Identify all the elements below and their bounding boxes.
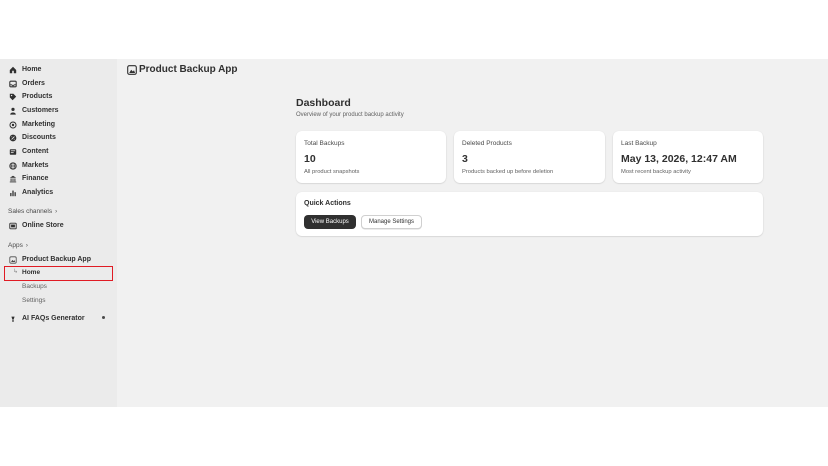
- app-sub-item-settings[interactable]: Settings: [22, 297, 46, 304]
- page-title: Dashboard: [296, 97, 351, 109]
- manage-settings-button[interactable]: Manage Settings: [361, 215, 422, 229]
- admin-frame: Home Orders Products Customers Marketing: [0, 59, 828, 407]
- stat-value: 3: [462, 153, 468, 165]
- chart-icon: [8, 188, 18, 198]
- app-header: Product Backup App: [127, 64, 238, 75]
- sidebar-item-products[interactable]: Products: [8, 90, 52, 103]
- sidebar-item-label: Home: [22, 66, 42, 73]
- sidebar: Home Orders Products Customers Marketing: [0, 59, 117, 407]
- app-title: Product Backup App: [139, 64, 238, 75]
- sidebar-item-ai-faqs-generator[interactable]: AI FAQs Generator: [8, 312, 85, 325]
- sales-channels-header[interactable]: Sales channels ›: [8, 208, 57, 215]
- sidebar-item-label: AI FAQs Generator: [22, 315, 85, 322]
- inbox-icon: [8, 79, 18, 89]
- sidebar-item-home[interactable]: Home: [8, 63, 41, 76]
- sidebar-item-label: Products: [22, 93, 53, 100]
- discount-icon: [8, 133, 18, 143]
- stat-card-total-backups: Total Backups 10 All product snapshots: [296, 131, 446, 183]
- sidebar-item-label: Analytics: [22, 189, 54, 196]
- chevron-right-icon: ›: [25, 242, 28, 249]
- sidebar-item-label: Online Store: [22, 222, 64, 229]
- target-icon: [8, 120, 18, 130]
- stat-description: Most recent backup activity: [621, 169, 691, 175]
- sidebar-item-analytics[interactable]: Analytics: [8, 186, 53, 199]
- person-icon: [8, 106, 18, 116]
- sidebar-item-finance[interactable]: Finance: [8, 172, 48, 185]
- app-icon: [127, 64, 137, 75]
- sidebar-item-label: Markets: [22, 162, 49, 169]
- sales-channels-label: Sales channels: [8, 208, 53, 215]
- app-sub-item-home[interactable]: Home: [22, 269, 40, 276]
- sidebar-item-label: Orders: [22, 80, 45, 87]
- sidebar-item-content[interactable]: Content: [8, 145, 48, 158]
- app-sub-item-backups[interactable]: Backups: [22, 283, 47, 290]
- sidebar-item-product-backup-app[interactable]: Product Backup App: [8, 253, 91, 266]
- stat-label: Deleted Products: [462, 140, 512, 147]
- sidebar-item-online-store[interactable]: Online Store: [8, 219, 64, 232]
- store-icon: [8, 221, 18, 231]
- apps-header[interactable]: Apps ›: [8, 242, 28, 249]
- selection-highlight: [4, 266, 113, 281]
- sidebar-item-customers[interactable]: Customers: [8, 104, 59, 117]
- chevron-right-icon: ›: [55, 208, 58, 215]
- content-icon: [8, 147, 18, 157]
- stat-label: Total Backups: [304, 140, 345, 147]
- sidebar-item-marketing[interactable]: Marketing: [8, 118, 55, 131]
- quick-actions-card: Quick Actions View Backups Manage Settin…: [296, 192, 763, 236]
- sidebar-item-label: Content: [22, 148, 49, 155]
- stat-description: Products backed up before deletion: [462, 169, 554, 175]
- apps-label: Apps: [8, 242, 23, 249]
- stat-card-deleted-products: Deleted Products 3 Products backed up be…: [454, 131, 605, 183]
- faq-app-icon: [8, 314, 18, 324]
- stat-value: 10: [304, 153, 316, 165]
- sidebar-item-label: Discounts: [22, 134, 56, 141]
- view-backups-button[interactable]: View Backups: [304, 215, 356, 229]
- sidebar-item-label: Customers: [22, 107, 59, 114]
- sidebar-item-markets[interactable]: Markets: [8, 159, 48, 172]
- app-icon: [8, 255, 18, 265]
- sidebar-item-label: Product Backup App: [22, 256, 91, 263]
- sidebar-item-orders[interactable]: Orders: [8, 77, 45, 90]
- sidebar-item-discounts[interactable]: Discounts: [8, 131, 56, 144]
- stat-label: Last Backup: [621, 140, 657, 147]
- tag-icon: [8, 92, 18, 102]
- branch-icon: ↳: [13, 269, 19, 275]
- globe-icon: [8, 161, 18, 171]
- sidebar-item-label: Finance: [22, 175, 49, 182]
- bank-icon: [8, 174, 18, 184]
- stat-card-last-backup: Last Backup May 13, 2026, 12:47 AM Most …: [613, 131, 763, 183]
- sidebar-item-label: Marketing: [22, 121, 56, 128]
- quick-actions-title: Quick Actions: [304, 200, 351, 207]
- stat-value: May 13, 2026, 12:47 AM: [621, 153, 737, 165]
- page-subtitle: Overview of your product backup activity: [296, 112, 404, 118]
- stat-description: All product snapshots: [304, 169, 360, 175]
- home-icon: [8, 65, 18, 75]
- pin-icon: [102, 316, 105, 319]
